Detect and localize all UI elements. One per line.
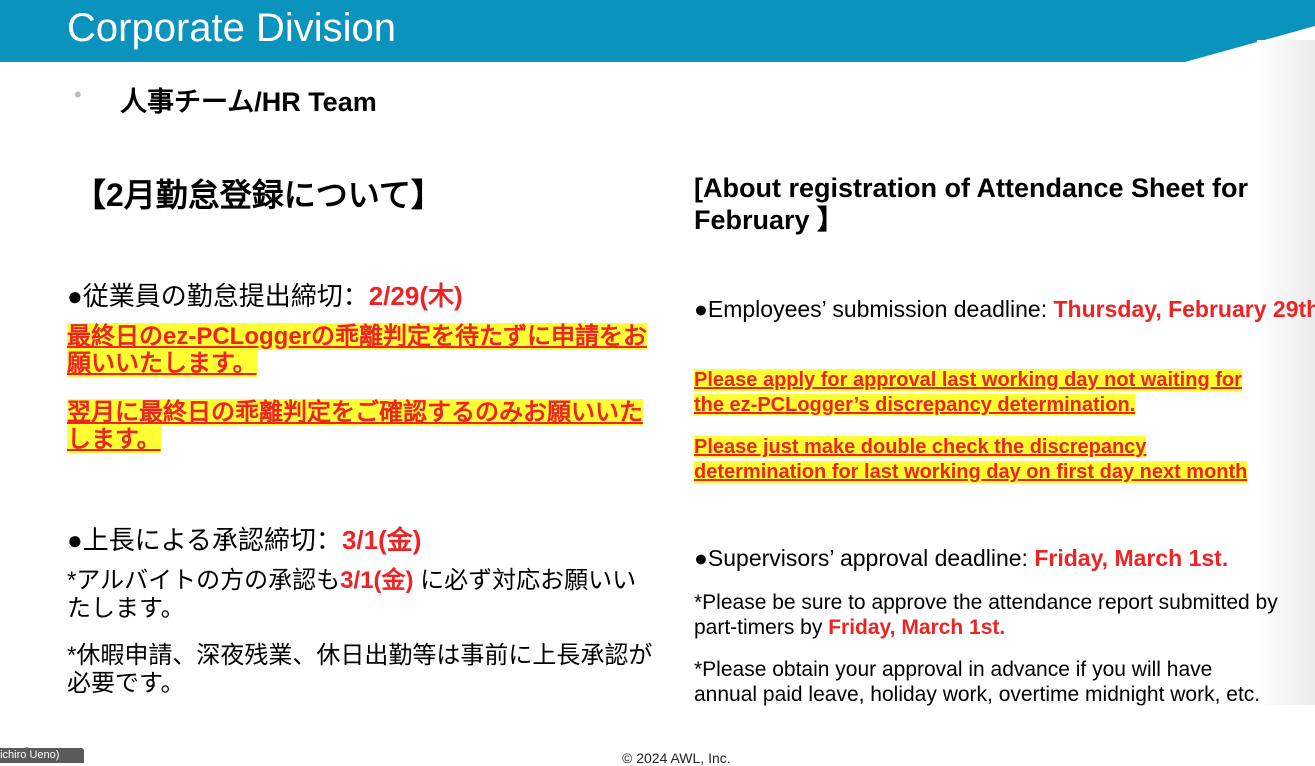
jp-highlight-apply: 最終日のez-PCLoggerの乖離判定を待たずに申請をお願いいたします。 bbox=[67, 324, 657, 378]
en-highlight-check: Please just make double check the discre… bbox=[694, 435, 1315, 485]
jp-highlight-check: 翌月に最終日の乖離判定をご確認するのみお願いいたします。 bbox=[67, 400, 657, 454]
copyright: © 2024 AWL, Inc. bbox=[622, 750, 731, 766]
jp-note-part-timers: *アルバイトの方の承認も3/1(金) に必ず対応お願いいたします。 bbox=[67, 567, 657, 622]
en-employee-deadline: ●Employees’ submission deadline: Thursda… bbox=[694, 296, 1315, 323]
page-title: Corporate Division bbox=[67, 6, 396, 51]
en-section-title: [About registration of Attendance Sheet … bbox=[694, 172, 1304, 236]
jp-note-advance-approval: *休暇申請、深夜残業、休日出勤等は事前に上長承認が必要です。 bbox=[67, 642, 657, 697]
jp-approval-deadline: ●上長による承認締切：3/1(金) bbox=[67, 520, 657, 557]
en-approval-deadline: ●Supervisors’ approval deadline: Friday,… bbox=[694, 545, 1315, 572]
en-note-advance-approval: *Please obtain your approval in advance … bbox=[694, 657, 1315, 707]
bullet-icon: • bbox=[74, 82, 82, 108]
jp-approval-date: 3/1(金) bbox=[342, 525, 421, 555]
en-note-part-timers: *Please be sure to approve the attendanc… bbox=[694, 590, 1309, 640]
jp-employee-deadline: ●従業員の勤怠提出締切：2/29(木) bbox=[67, 276, 657, 313]
jp-deadline-date: 2/29(木) bbox=[369, 281, 463, 311]
en-deadline-date: Thursday, February 29th. bbox=[1054, 296, 1315, 322]
en-highlight-apply: Please apply for approval last working d… bbox=[694, 368, 1315, 418]
en-approval-date: Friday, March 1st. bbox=[1034, 545, 1228, 571]
jp-section-title: 【2月勤怠登録について】 bbox=[74, 170, 443, 216]
team-name: 人事チーム/HR Team bbox=[120, 80, 377, 119]
participant-name-tag: nichiro Ueno) bbox=[0, 748, 84, 763]
